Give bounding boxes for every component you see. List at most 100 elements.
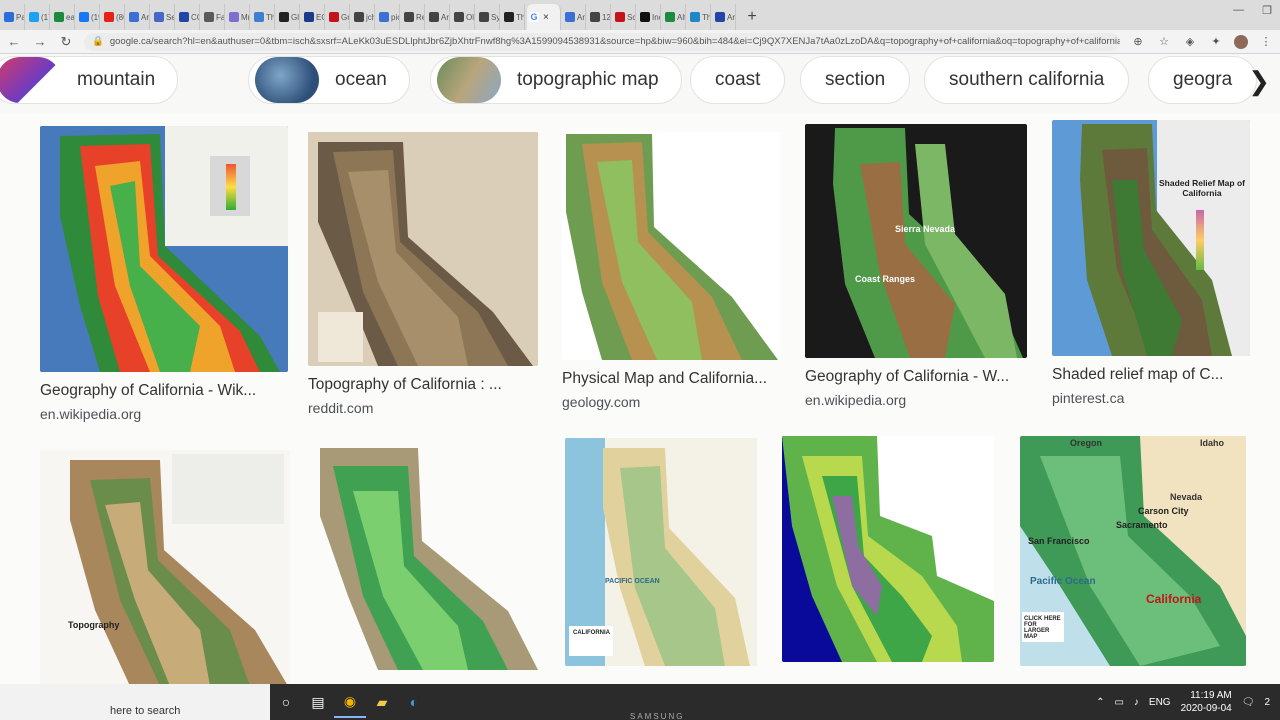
chip-geography[interactable]: geogra [1148, 56, 1258, 104]
address-bar[interactable]: 🔒 google.ca/search?hl=en&authuser=0&tbm=… [84, 32, 1120, 51]
file-explorer-icon[interactable]: ▰ [366, 686, 398, 718]
result-card[interactable]: Topography [40, 450, 290, 686]
network-icon[interactable]: ▭ [1114, 697, 1123, 708]
result-image[interactable]: Oregon Idaho Nevada Carson City Sacramen… [1020, 436, 1246, 666]
result-card[interactable] [318, 446, 540, 670]
browser-tab[interactable]: Re [402, 4, 425, 30]
browser-tab[interactable]: Th [252, 4, 275, 30]
result-title[interactable]: Geography of California - W... [805, 368, 1027, 386]
result-source[interactable]: geology.com [562, 394, 780, 410]
browser-tab[interactable]: Fa [202, 4, 225, 30]
close-icon[interactable]: × [541, 12, 551, 23]
browser-tab[interactable]: An [563, 4, 586, 30]
volume-icon[interactable]: ♪ [1134, 697, 1139, 708]
browser-tab[interactable]: Alt [663, 4, 686, 30]
restore-icon[interactable]: ❐ [1262, 4, 1272, 17]
chip-topographic-map[interactable]: topographic map [430, 56, 682, 104]
chip-section[interactable]: section [800, 56, 911, 104]
chip-mountain[interactable]: mountain [0, 56, 179, 104]
result-source[interactable]: en.wikipedia.org [40, 406, 288, 422]
browser-tab[interactable]: Se [152, 4, 175, 30]
result-image[interactable]: PACIFIC OCEAN CALIFORNIA [565, 438, 757, 666]
tab-label: (86 [116, 12, 124, 22]
browser-tab[interactable]: ea [52, 4, 75, 30]
result-image[interactable] [562, 132, 780, 360]
cortana-icon[interactable]: ○ [270, 686, 302, 718]
tab-label: (19 [91, 12, 99, 22]
language-indicator[interactable]: ENG [1149, 697, 1171, 708]
result-card[interactable]: PACIFIC OCEAN CALIFORNIA [565, 438, 757, 666]
browser-tab[interactable]: Inc [638, 4, 661, 30]
map-label[interactable]: CLICK HERE FOR LARGER MAP [1024, 616, 1062, 640]
tab-label: Ar [441, 12, 449, 22]
minimize-icon[interactable]: — [1233, 4, 1244, 17]
chrome-icon[interactable]: ◉ [334, 686, 366, 718]
result-image[interactable]: Sierra Nevada Coast Ranges [805, 124, 1027, 358]
result-card[interactable] [782, 436, 994, 662]
tab-label: Gr [341, 12, 350, 22]
browser-tab[interactable]: Ol [452, 4, 475, 30]
browser-tab[interactable]: Th [688, 4, 711, 30]
result-source[interactable]: reddit.com [308, 400, 538, 416]
result-card[interactable]: Shaded Relief Map of California Shaded r… [1052, 120, 1250, 406]
browser-tab[interactable]: M( [227, 4, 250, 30]
result-title[interactable]: Physical Map and California... [562, 370, 780, 388]
star-icon[interactable]: ☆ [1156, 35, 1172, 48]
browser-tab[interactable]: Pa [2, 4, 25, 30]
browser-tab[interactable]: Gr [327, 4, 350, 30]
clock[interactable]: 11:19 AM 2020-09-04 [1181, 689, 1232, 715]
extension-icon[interactable]: ◈ [1182, 35, 1198, 48]
browser-tab[interactable]: An [713, 4, 736, 30]
chip-southern-california[interactable]: southern california [924, 56, 1130, 104]
result-title[interactable]: Geography of California - Wik... [40, 382, 288, 400]
menu-icon[interactable]: ⋮ [1258, 35, 1274, 48]
chip-coast[interactable]: coast [690, 56, 786, 104]
chip-ocean[interactable]: ocean [248, 56, 410, 104]
browser-tab[interactable]: Ar [127, 4, 150, 30]
browser-tab[interactable]: 12 [588, 4, 611, 30]
reload-icon[interactable]: ↻ [58, 34, 74, 50]
tab-favicon-icon [204, 12, 214, 22]
result-image[interactable] [782, 436, 994, 662]
edge-icon[interactable]: ◐ [398, 686, 430, 718]
active-tab[interactable]: G × [527, 4, 561, 30]
result-title[interactable]: Shaded relief map of C... [1052, 366, 1250, 384]
browser-tab[interactable]: CO [177, 4, 200, 30]
result-card[interactable]: Physical Map and California... geology.c… [562, 132, 780, 410]
result-source[interactable]: pinterest.ca [1052, 390, 1250, 406]
taskbar-search[interactable]: here to search [0, 684, 270, 720]
browser-tab[interactable]: Ar [427, 4, 450, 30]
chevron-up-icon[interactable]: ⌃ [1096, 697, 1104, 708]
chevron-right-icon[interactable]: ❯ [1248, 66, 1270, 97]
zoom-icon[interactable]: ⊕ [1130, 35, 1146, 48]
result-image[interactable] [40, 126, 288, 372]
avatar[interactable] [1234, 34, 1248, 49]
result-card[interactable]: Sierra Nevada Coast Ranges Geography of … [805, 124, 1027, 408]
result-source[interactable]: en.wikipedia.org [805, 392, 1027, 408]
result-card[interactable]: Topography of California : ... reddit.co… [308, 132, 538, 416]
browser-tab[interactable]: Sy [477, 4, 500, 30]
new-tab-button[interactable]: + [742, 6, 762, 30]
back-icon[interactable]: ← [6, 34, 22, 49]
result-card[interactable]: Geography of California - Wik... en.wiki… [40, 126, 288, 422]
browser-tab[interactable]: (19 [77, 4, 100, 30]
result-image[interactable] [308, 132, 538, 366]
browser-tab[interactable]: Sci [613, 4, 636, 30]
browser-tab[interactable]: Th [502, 4, 525, 30]
result-card[interactable]: Oregon Idaho Nevada Carson City Sacramen… [1020, 436, 1246, 666]
browser-tab[interactable]: Gl [277, 4, 300, 30]
result-image[interactable] [318, 446, 540, 670]
browser-tab[interactable]: EC [302, 4, 325, 30]
tab-favicon-icon [504, 12, 514, 22]
browser-tab[interactable]: (17 [27, 4, 50, 30]
puzzle-icon[interactable]: ✦ [1208, 35, 1224, 48]
result-image[interactable]: Shaded Relief Map of California [1052, 120, 1250, 356]
result-title[interactable]: Topography of California : ... [308, 376, 538, 394]
browser-tab[interactable]: (86 [102, 4, 125, 30]
result-image[interactable]: Topography [40, 450, 290, 686]
forward-icon[interactable]: → [32, 34, 48, 49]
browser-tab[interactable]: jch [352, 4, 375, 30]
task-view-icon[interactable]: ▤ [302, 686, 334, 718]
notification-icon[interactable]: 🗨 [1242, 697, 1255, 708]
browser-tab[interactable]: pic [377, 4, 400, 30]
